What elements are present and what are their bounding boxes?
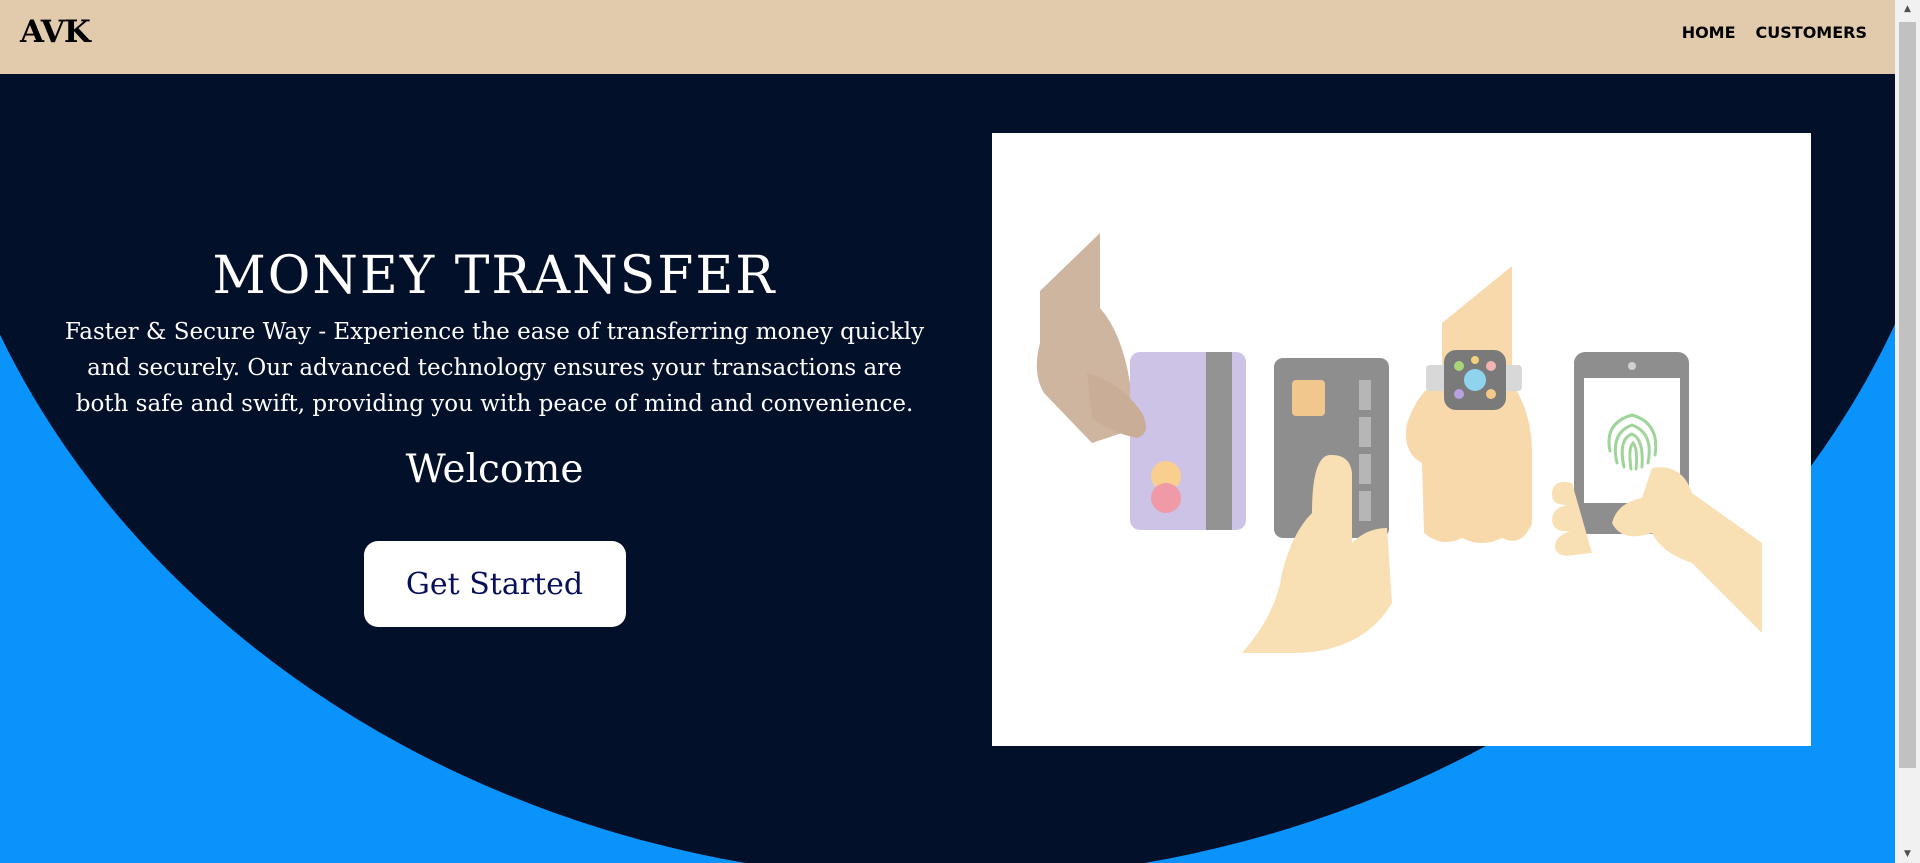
payment-methods-illustration <box>992 133 1811 746</box>
header: AVK HOME CUSTOMERS <box>0 0 1895 74</box>
nav-customers-link[interactable]: CUSTOMERS <box>1756 23 1867 42</box>
vertical-scrollbar[interactable]: ▲ ▼ <box>1895 0 1920 863</box>
welcome-heading: Welcome <box>405 447 584 492</box>
payment-illustration-icon <box>1036 233 1762 653</box>
scroll-up-arrow-icon[interactable]: ▲ <box>1895 0 1920 18</box>
scroll-thumb[interactable] <box>1899 22 1916 768</box>
hero-text-block: MONEY TRANSFER Faster & Secure Way - Exp… <box>62 240 927 627</box>
main-nav: HOME CUSTOMERS <box>1682 23 1867 42</box>
get-started-button[interactable]: Get Started <box>363 541 626 627</box>
hero-title: MONEY TRANSFER <box>212 246 777 306</box>
hero-subtitle: Faster & Secure Way - Experience the eas… <box>64 319 925 417</box>
page: AVK HOME CUSTOMERS MONEY TRANSFER Faster… <box>0 0 1920 863</box>
logo[interactable]: AVK <box>20 14 91 50</box>
nav-home-link[interactable]: HOME <box>1682 23 1736 42</box>
scroll-down-arrow-icon[interactable]: ▼ <box>1895 845 1920 863</box>
